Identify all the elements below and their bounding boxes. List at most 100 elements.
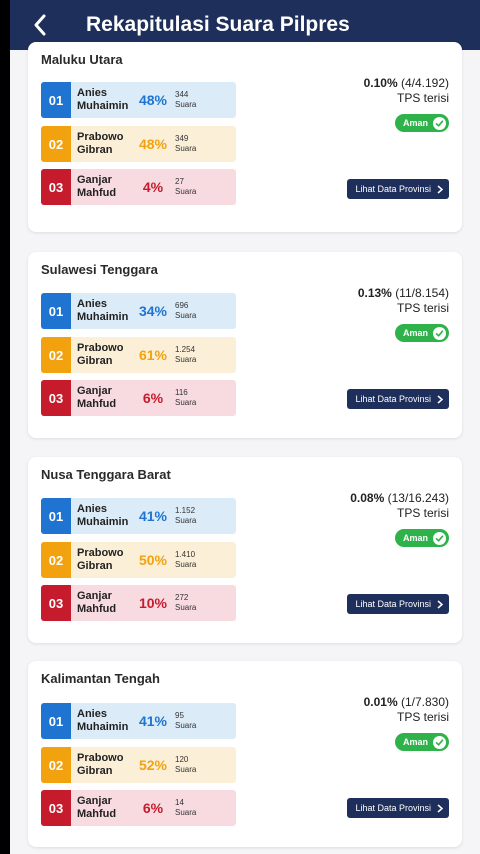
candidate-names: Prabowo Gibran	[77, 131, 124, 156]
chevron-right-icon	[437, 184, 443, 194]
candidate-number: 01	[41, 82, 71, 118]
candidate-number: 02	[41, 542, 71, 578]
candidate-row-03: 03 Ganjar Mahfud 10% 272 Suara	[41, 585, 236, 621]
tps-progress: 0.10% (4/4.192) TPS terisi	[364, 76, 449, 106]
check-icon	[433, 735, 446, 749]
province-card: Nusa Tenggara Barat 01 Anies Muhaimin 41%…	[28, 457, 462, 643]
candidate-row-02: 02 Prabowo Gibran 48% 349 Suara	[41, 126, 236, 162]
candidate-names: Anies Muhaimin	[77, 298, 129, 323]
candidate-row-01: 01 Anies Muhaimin 34% 696 Suara	[41, 293, 236, 329]
chevron-right-icon	[437, 394, 443, 404]
tps-percentage: 0.13%	[357, 286, 392, 300]
vote-count: 344 Suara	[175, 90, 197, 109]
vote-percentage: 48%	[138, 92, 168, 108]
candidate-names: Prabowo Gibran	[77, 752, 124, 777]
province-name: Kalimantan Tengah	[41, 671, 160, 686]
vote-percentage: 52%	[138, 757, 168, 773]
candidate-number: 03	[41, 169, 71, 205]
tps-label: TPS terisi	[396, 710, 449, 724]
tps-progress: 0.13% (11/8.154) TPS terisi	[358, 286, 449, 316]
candidate-row-03: 03 Ganjar Mahfud 6% 116 Suara	[41, 380, 236, 416]
province-card: Maluku Utara 01 Anies Muhaimin 48% 344 Sua…	[28, 42, 462, 232]
vote-count: 1.152 Suara	[175, 506, 197, 525]
view-province-button[interactable]: Lihat Data Provinsi	[347, 179, 449, 199]
candidate-number: 02	[41, 126, 71, 162]
province-name: Nusa Tenggara Barat	[41, 467, 171, 482]
tps-count: (13/16.243)	[387, 491, 449, 505]
view-province-button[interactable]: Lihat Data Provinsi	[347, 798, 449, 818]
tps-label: TPS terisi	[396, 506, 449, 520]
app-screen: Rekapitulasi Suara Pilpres Maluku Utara …	[10, 0, 480, 854]
candidate-names: Anies Muhaimin	[77, 503, 129, 528]
candidate-row-02: 02 Prabowo Gibran 61% 1.254 Suara	[41, 337, 236, 373]
vote-percentage: 41%	[138, 508, 168, 524]
candidate-names: Ganjar Mahfud	[77, 385, 117, 410]
vote-count: 1.410 Suara	[175, 550, 197, 569]
candidate-number: 03	[41, 380, 71, 416]
vote-percentage: 48%	[138, 136, 168, 152]
tps-label: TPS terisi	[396, 301, 449, 315]
candidate-row-01: 01 Anies Muhaimin 41% 1.152 Suara	[41, 498, 236, 534]
tps-count: (4/4.192)	[400, 76, 449, 90]
candidate-names: Anies Muhaimin	[77, 708, 129, 733]
candidate-row-02: 02 Prabowo Gibran 50% 1.410 Suara	[41, 542, 236, 578]
status-badge: Aman	[394, 114, 449, 132]
vote-percentage: 34%	[138, 303, 168, 319]
tps-percentage: 0.08%	[350, 491, 385, 505]
province-card: Sulawesi Tenggara 01 Anies Muhaimin 34% 6…	[28, 252, 462, 438]
vote-count: 272 Suara	[175, 593, 197, 612]
candidate-names: Prabowo Gibran	[77, 342, 124, 367]
chevron-right-icon	[437, 803, 443, 813]
status-badge: Aman	[394, 733, 449, 751]
candidate-number: 01	[41, 703, 71, 739]
back-arrow-icon	[34, 14, 46, 36]
view-province-button[interactable]: Lihat Data Provinsi	[347, 594, 449, 614]
candidate-names: Ganjar Mahfud	[77, 590, 117, 615]
candidate-row-02: 02 Prabowo Gibran 52% 120 Suara	[41, 747, 236, 783]
vote-count: 14 Suara	[175, 798, 197, 817]
candidate-names: Ganjar Mahfud	[77, 174, 117, 199]
tps-count: (1/7.830)	[400, 695, 449, 709]
status-badge: Aman	[394, 324, 449, 342]
check-icon	[433, 531, 446, 545]
vote-count: 1.254 Suara	[175, 345, 197, 364]
page-title: Rekapitulasi Suara Pilpres	[86, 13, 350, 36]
candidate-number: 02	[41, 337, 71, 373]
tps-percentage: 0.10%	[363, 76, 398, 90]
vote-percentage: 41%	[138, 713, 168, 729]
vote-percentage: 50%	[138, 552, 168, 568]
candidate-number: 01	[41, 498, 71, 534]
vote-count: 116 Suara	[175, 388, 197, 407]
province-name: Maluku Utara	[41, 52, 123, 67]
vote-count: 349 Suara	[175, 134, 197, 153]
tps-label: TPS terisi	[396, 91, 449, 105]
candidate-names: Anies Muhaimin	[77, 87, 129, 112]
tps-progress: 0.01% (1/7.830) TPS terisi	[364, 695, 449, 725]
vote-count: 95 Suara	[175, 711, 197, 730]
candidate-row-01: 01 Anies Muhaimin 48% 344 Suara	[41, 82, 236, 118]
candidate-number: 02	[41, 747, 71, 783]
vote-count: 120 Suara	[175, 755, 197, 774]
vote-count: 696 Suara	[175, 301, 197, 320]
check-icon	[433, 326, 446, 340]
candidate-names: Ganjar Mahfud	[77, 795, 117, 820]
status-badge: Aman	[394, 529, 449, 547]
vote-percentage: 61%	[138, 347, 168, 363]
tps-percentage: 0.01%	[363, 695, 398, 709]
candidate-row-03: 03 Ganjar Mahfud 6% 14 Suara	[41, 790, 236, 826]
candidate-row-01: 01 Anies Muhaimin 41% 95 Suara	[41, 703, 236, 739]
check-icon	[433, 116, 446, 130]
tps-count: (11/8.154)	[395, 286, 449, 300]
vote-percentage: 6%	[142, 800, 164, 816]
vote-count: 27 Suara	[175, 177, 197, 196]
province-card: Kalimantan Tengah 01 Anies Muhaimin 41% 9…	[28, 661, 462, 847]
chevron-right-icon	[437, 599, 443, 609]
candidate-number: 01	[41, 293, 71, 329]
tps-progress: 0.08% (13/16.243) TPS terisi	[350, 491, 449, 521]
candidate-row-03: 03 Ganjar Mahfud 4% 27 Suara	[41, 169, 236, 205]
candidate-number: 03	[41, 585, 71, 621]
vote-percentage: 10%	[138, 595, 168, 611]
candidate-names: Prabowo Gibran	[77, 547, 124, 572]
vote-percentage: 4%	[142, 179, 164, 195]
view-province-button[interactable]: Lihat Data Provinsi	[347, 389, 449, 409]
